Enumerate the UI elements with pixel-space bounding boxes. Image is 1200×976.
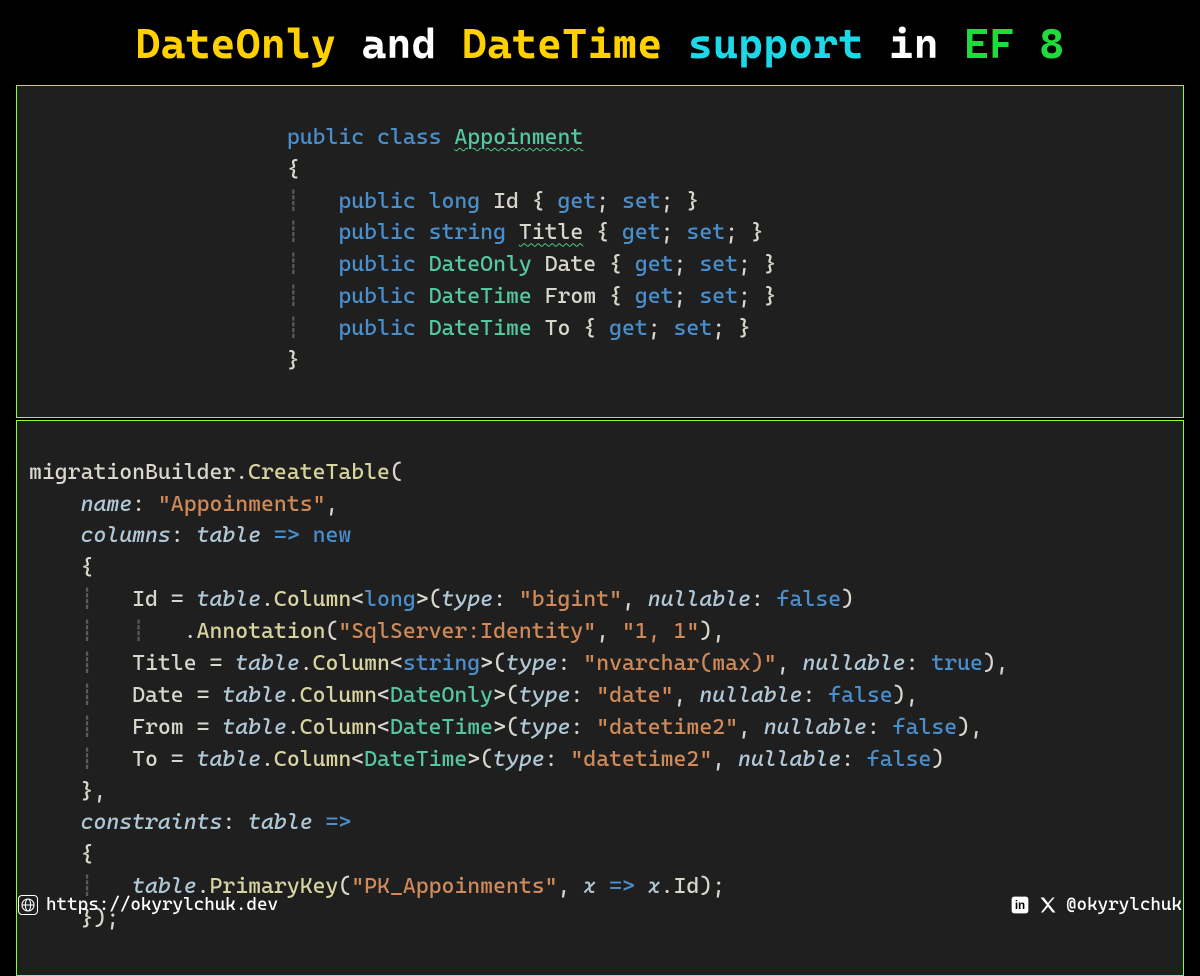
title-part-5: in (864, 19, 964, 68)
title-part-4: support (663, 19, 864, 68)
title-part-1: DateOnly (135, 19, 336, 68)
code-block-2: migrationBuilder.CreateTable( name: "App… (29, 457, 1171, 935)
footer: https://okyrylchuk.dev in @okyrylchuk (18, 892, 1182, 918)
page-title: DateOnly and DateTime support in EF 8 (0, 0, 1200, 83)
title-part-2: and (336, 19, 462, 68)
globe-icon (18, 895, 38, 915)
code-panel-class: public class Appoinment { ┊ public long … (16, 85, 1184, 418)
footer-right: in @okyrylchuk (1010, 892, 1182, 918)
footer-url: https://okyrylchuk.dev (46, 892, 278, 918)
code-block-1: public class Appoinment { ┊ public long … (29, 122, 1171, 377)
x-icon (1038, 895, 1058, 915)
linkedin-icon: in (1010, 895, 1030, 915)
footer-left: https://okyrylchuk.dev (18, 892, 278, 918)
footer-handle: @okyrylchuk (1066, 892, 1182, 918)
title-part-3: DateTime (462, 19, 663, 68)
title-part-6: EF 8 (964, 19, 1064, 68)
svg-text:in: in (1015, 899, 1025, 912)
